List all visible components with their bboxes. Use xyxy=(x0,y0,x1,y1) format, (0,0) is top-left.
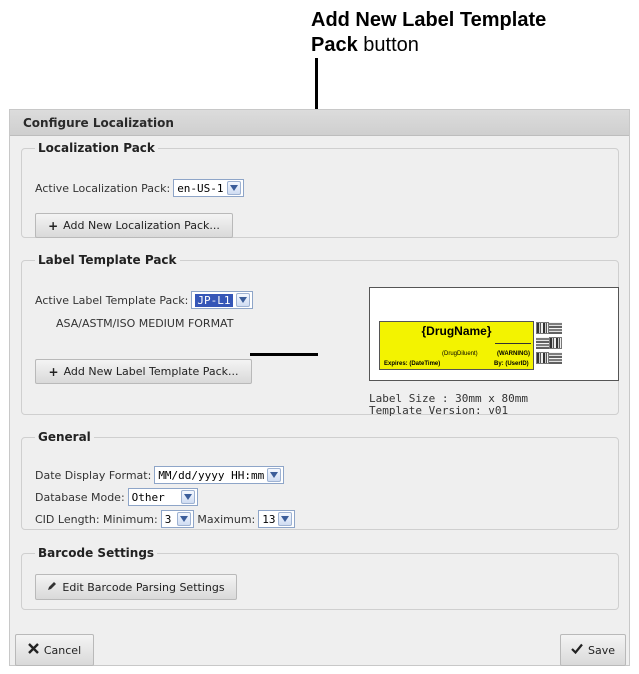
label-template-pack-legend: Label Template Pack xyxy=(38,253,177,267)
cid-length-row: CID Length: Minimum: 3 Maximum: 13 xyxy=(35,510,295,528)
active-localization-label: Active Localization Pack: xyxy=(35,181,171,195)
active-localization-select[interactable]: en-US-1 xyxy=(173,179,244,197)
chevron-down-icon xyxy=(180,490,195,504)
date-format-label: Date Display Format: xyxy=(35,468,152,482)
callout-subtitle: Pack button xyxy=(311,34,419,56)
active-localization-row: Active Localization Pack: en-US-1 xyxy=(35,179,244,197)
chevron-down-icon xyxy=(277,512,292,526)
barcode-icon xyxy=(536,322,549,334)
chevron-down-icon xyxy=(267,468,282,482)
cid-min-select[interactable]: 3 xyxy=(160,510,195,528)
active-template-label: Active Label Template Pack: xyxy=(35,293,189,307)
cancel-label: Cancel xyxy=(43,643,82,657)
cid-min-label: CID Length: Minimum: xyxy=(35,512,158,526)
general-section: General Date Display Format: MM/dd/yyyy … xyxy=(21,430,619,530)
save-button[interactable]: Save xyxy=(560,634,626,666)
active-template-value: JP-L1 xyxy=(195,293,233,307)
add-localization-pack-label: Add New Localization Pack... xyxy=(63,219,220,232)
label-drug-name: {DrugName} xyxy=(421,324,492,338)
plus-icon: + xyxy=(48,218,59,233)
general-legend: General xyxy=(38,430,91,444)
label-divider xyxy=(495,343,531,344)
add-label-template-pack-label: Add New Label Template Pack... xyxy=(63,365,239,378)
plus-icon: + xyxy=(48,364,59,379)
cid-max-select[interactable]: 13 xyxy=(258,510,295,528)
label-expires: Expires: (DateTime) xyxy=(384,361,441,367)
callout-leader-horizontal xyxy=(250,353,318,356)
cid-max-label: Maximum: xyxy=(197,512,256,526)
date-format-value: MM/dd/yyyy HH:mm xyxy=(158,468,265,482)
database-mode-select[interactable]: Other xyxy=(127,488,198,506)
database-mode-row: Database Mode: Other xyxy=(35,488,198,506)
label-preview: {DrugName} (DrugDiluent) (WARNING) Expir… xyxy=(369,287,619,381)
add-localization-pack-button[interactable]: + Add New Localization Pack... xyxy=(35,213,233,238)
add-label-template-pack-button[interactable]: + Add New Label Template Pack... xyxy=(35,359,252,384)
label-by: By: (UserID) xyxy=(494,361,529,367)
chevron-down-icon xyxy=(235,293,250,307)
label-template-pack-section: Label Template Pack Active Label Templat… xyxy=(21,253,619,417)
edit-barcode-parsing-label: Edit Barcode Parsing Settings xyxy=(62,580,225,594)
active-template-row: Active Label Template Pack: JP-L1 xyxy=(35,291,253,309)
pencil-icon xyxy=(47,580,57,594)
cancel-button[interactable]: Cancel xyxy=(15,634,94,666)
barcode-icon xyxy=(549,322,562,334)
active-localization-value: en-US-1 xyxy=(177,181,224,195)
checkmark-icon xyxy=(571,643,583,657)
chevron-down-icon xyxy=(226,181,241,195)
cid-max-value: 13 xyxy=(262,512,276,526)
template-version-text: Template Version: v01 xyxy=(369,404,509,417)
callout-bold-word: Pack xyxy=(311,34,358,56)
database-mode-value: Other xyxy=(131,490,165,504)
barcode-icon xyxy=(536,337,549,349)
barcode-icon xyxy=(549,337,562,349)
label-warning: (WARNING) xyxy=(497,351,530,357)
barcode-settings-legend: Barcode Settings xyxy=(38,546,155,560)
database-mode-label: Database Mode: xyxy=(35,490,125,504)
save-label: Save xyxy=(587,643,615,657)
callout-suffix: button xyxy=(357,34,419,56)
template-format-text: ASA/ASTM/ISO MEDIUM FORMAT xyxy=(56,317,234,330)
chevron-down-icon xyxy=(177,512,192,526)
date-format-select[interactable]: MM/dd/yyyy HH:mm xyxy=(154,466,285,484)
dialog-title: Configure Localization xyxy=(10,110,629,136)
x-icon xyxy=(28,643,39,657)
barcode-icon xyxy=(536,352,549,364)
barcode-icon xyxy=(549,352,562,364)
localization-pack-legend: Localization Pack xyxy=(38,141,155,155)
active-template-select[interactable]: JP-L1 xyxy=(191,291,253,309)
configure-localization-dialog: Configure Localization Localization Pack… xyxy=(9,109,630,666)
label-drug-diluent: (DrugDiluent) xyxy=(442,351,478,357)
cid-min-value: 3 xyxy=(164,512,172,526)
date-format-row: Date Display Format: MM/dd/yyyy HH:mm xyxy=(35,466,285,484)
label-preview-body: {DrugName} (DrugDiluent) (WARNING) Expir… xyxy=(379,321,534,370)
callout-title: Add New Label Template xyxy=(311,9,547,31)
barcode-settings-section: Barcode Settings Edit Barcode Parsing Se… xyxy=(21,546,619,610)
edit-barcode-parsing-button[interactable]: Edit Barcode Parsing Settings xyxy=(35,574,237,600)
localization-pack-section: Localization Pack Active Localization Pa… xyxy=(21,141,619,238)
